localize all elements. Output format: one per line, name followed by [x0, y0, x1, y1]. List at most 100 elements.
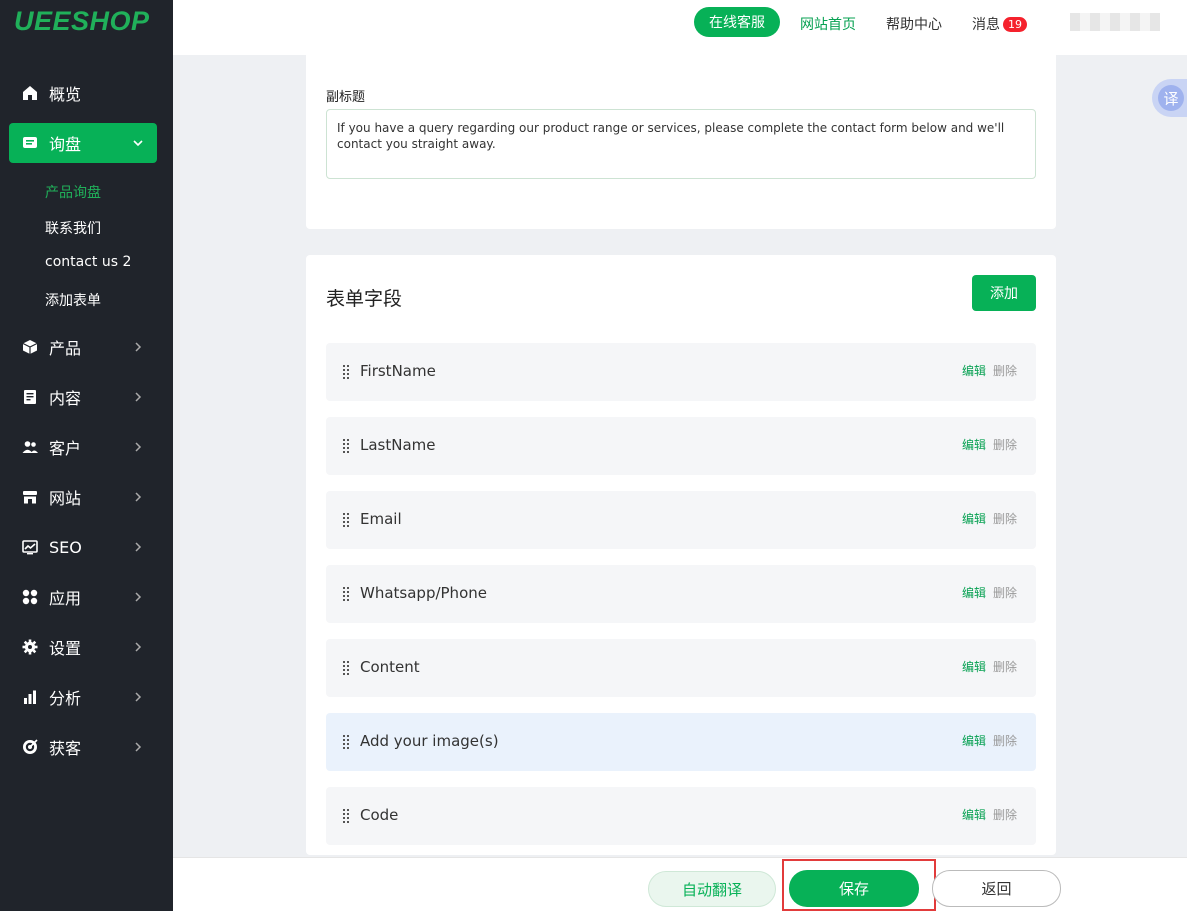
back-button[interactable]: 返回: [932, 870, 1061, 907]
auto-translate-button[interactable]: 自动翻译: [648, 871, 776, 907]
edit-field-link[interactable]: 编辑: [962, 658, 986, 675]
edit-field-link[interactable]: 编辑: [962, 436, 986, 453]
apps-icon: [20, 587, 40, 607]
subtitle-card: 副标题 If you have a query regarding our pr…: [306, 55, 1056, 229]
form-field-row[interactable]: Content 编辑 删除: [326, 639, 1036, 697]
sidebar-item-inquiry[interactable]: 询盘: [9, 123, 157, 163]
field-name: Content: [360, 658, 420, 676]
cube-icon: [20, 337, 40, 357]
top-bar: 在线客服 网站首页 帮助中心 消息 19: [173, 0, 1187, 55]
field-name: Code: [360, 806, 399, 824]
sidebar-item-overview[interactable]: 概览: [9, 73, 157, 113]
drag-handle-icon[interactable]: [343, 661, 350, 676]
seo-chart-icon: [20, 537, 40, 557]
bar-chart-icon: [20, 687, 40, 707]
delete-field-link[interactable]: 删除: [993, 436, 1017, 453]
field-name: Email: [360, 510, 402, 528]
sidebar-item-content[interactable]: 内容: [9, 377, 157, 417]
drag-handle-icon[interactable]: [343, 587, 350, 602]
bottom-action-bar: 自动翻译 保存 返回: [173, 857, 1187, 911]
online-service-button[interactable]: 在线客服: [694, 7, 780, 37]
submenu-item-product-inquiry[interactable]: 产品询盘: [45, 182, 101, 202]
drag-handle-icon[interactable]: [343, 365, 350, 380]
form-fields-title: 表单字段: [326, 288, 403, 310]
sidebar-item-label: 获客: [49, 739, 82, 758]
help-center-link[interactable]: 帮助中心: [886, 14, 942, 34]
chevron-right-icon: [135, 442, 142, 452]
field-name: Add your image(s): [360, 732, 499, 750]
chevron-right-icon: [135, 592, 142, 602]
chevron-right-icon: [135, 692, 142, 702]
inquiry-icon: [20, 133, 40, 153]
sidebar-item-label: 客户: [49, 439, 82, 458]
gear-icon: [20, 637, 40, 657]
sidebar-item-customers[interactable]: 客户: [9, 427, 157, 467]
drag-handle-icon[interactable]: [343, 735, 350, 750]
delete-field-link[interactable]: 删除: [993, 732, 1017, 749]
delete-field-link[interactable]: 删除: [993, 510, 1017, 527]
subtitle-textarea[interactable]: If you have a query regarding our produc…: [326, 109, 1036, 179]
drag-handle-icon[interactable]: [343, 513, 350, 528]
edit-field-link[interactable]: 编辑: [962, 584, 986, 601]
save-button[interactable]: 保存: [789, 870, 919, 907]
field-name: LastName: [360, 436, 436, 454]
home-icon: [20, 83, 40, 103]
chevron-right-icon: [135, 642, 142, 652]
sidebar-item-acquisition[interactable]: 获客: [9, 727, 157, 767]
sidebar-item-products[interactable]: 产品: [9, 327, 157, 367]
form-field-row[interactable]: LastName 编辑 删除: [326, 417, 1036, 475]
delete-field-link[interactable]: 删除: [993, 584, 1017, 601]
sidebar-item-label: 内容: [49, 389, 82, 408]
add-field-button[interactable]: 添加: [972, 275, 1036, 311]
edit-field-link[interactable]: 编辑: [962, 732, 986, 749]
target-icon: [20, 737, 40, 757]
chevron-right-icon: [135, 342, 142, 352]
form-fields-card: 表单字段 添加 FirstName 编辑 删除 LastName 编辑 删除 E…: [306, 255, 1056, 855]
sidebar-item-label: 询盘: [49, 135, 82, 154]
sidebar-item-label: SEO: [49, 537, 82, 557]
submenu-item-contact-us-2[interactable]: contact us 2: [45, 254, 131, 270]
chevron-right-icon: [135, 542, 142, 552]
sidebar-item-label: 设置: [49, 639, 82, 658]
field-name: Whatsapp/Phone: [360, 584, 487, 602]
delete-field-link[interactable]: 删除: [993, 658, 1017, 675]
chevron-down-icon: [133, 140, 143, 147]
submenu-item-contact-us[interactable]: 联系我们: [45, 218, 101, 238]
form-field-row[interactable]: Email 编辑 删除: [326, 491, 1036, 549]
document-icon: [20, 387, 40, 407]
sidebar: UEESHOP 概览 询盘 产品询盘 联系我们 contact us 2 添加表…: [0, 0, 173, 911]
translate-icon: 译: [1158, 85, 1184, 111]
brand-logo[interactable]: UEESHOP: [14, 6, 150, 37]
messages-label: 消息: [972, 17, 1000, 33]
sidebar-item-label: 产品: [49, 339, 82, 358]
store-icon: [20, 487, 40, 507]
edit-field-link[interactable]: 编辑: [962, 806, 986, 823]
translate-float-button[interactable]: 译: [1152, 79, 1187, 117]
delete-field-link[interactable]: 删除: [993, 806, 1017, 823]
sidebar-item-label: 网站: [49, 489, 82, 508]
field-name: FirstName: [360, 362, 436, 380]
users-icon: [20, 437, 40, 457]
sidebar-item-apps[interactable]: 应用: [9, 577, 157, 617]
drag-handle-icon[interactable]: [343, 439, 350, 454]
form-field-row[interactable]: FirstName 编辑 删除: [326, 343, 1036, 401]
form-field-row[interactable]: Add your image(s) 编辑 删除: [326, 713, 1036, 771]
messages-count-badge: 19: [1003, 17, 1027, 32]
edit-field-link[interactable]: 编辑: [962, 510, 986, 527]
sidebar-item-label: 应用: [49, 589, 82, 608]
user-account-blurred[interactable]: [1070, 13, 1160, 31]
sidebar-item-website[interactable]: 网站: [9, 477, 157, 517]
form-field-row[interactable]: Whatsapp/Phone 编辑 删除: [326, 565, 1036, 623]
chevron-right-icon: [135, 392, 142, 402]
sidebar-item-analytics[interactable]: 分析: [9, 677, 157, 717]
sidebar-item-label: 概览: [49, 85, 82, 104]
website-home-link[interactable]: 网站首页: [800, 14, 856, 34]
edit-field-link[interactable]: 编辑: [962, 362, 986, 379]
sidebar-item-settings[interactable]: 设置: [9, 627, 157, 667]
submenu-item-add-form[interactable]: 添加表单: [45, 290, 101, 310]
drag-handle-icon[interactable]: [343, 809, 350, 824]
messages-link[interactable]: 消息 19: [972, 14, 1027, 34]
delete-field-link[interactable]: 删除: [993, 362, 1017, 379]
form-field-row[interactable]: Code 编辑 删除: [326, 787, 1036, 845]
sidebar-item-seo[interactable]: SEO: [9, 527, 157, 567]
